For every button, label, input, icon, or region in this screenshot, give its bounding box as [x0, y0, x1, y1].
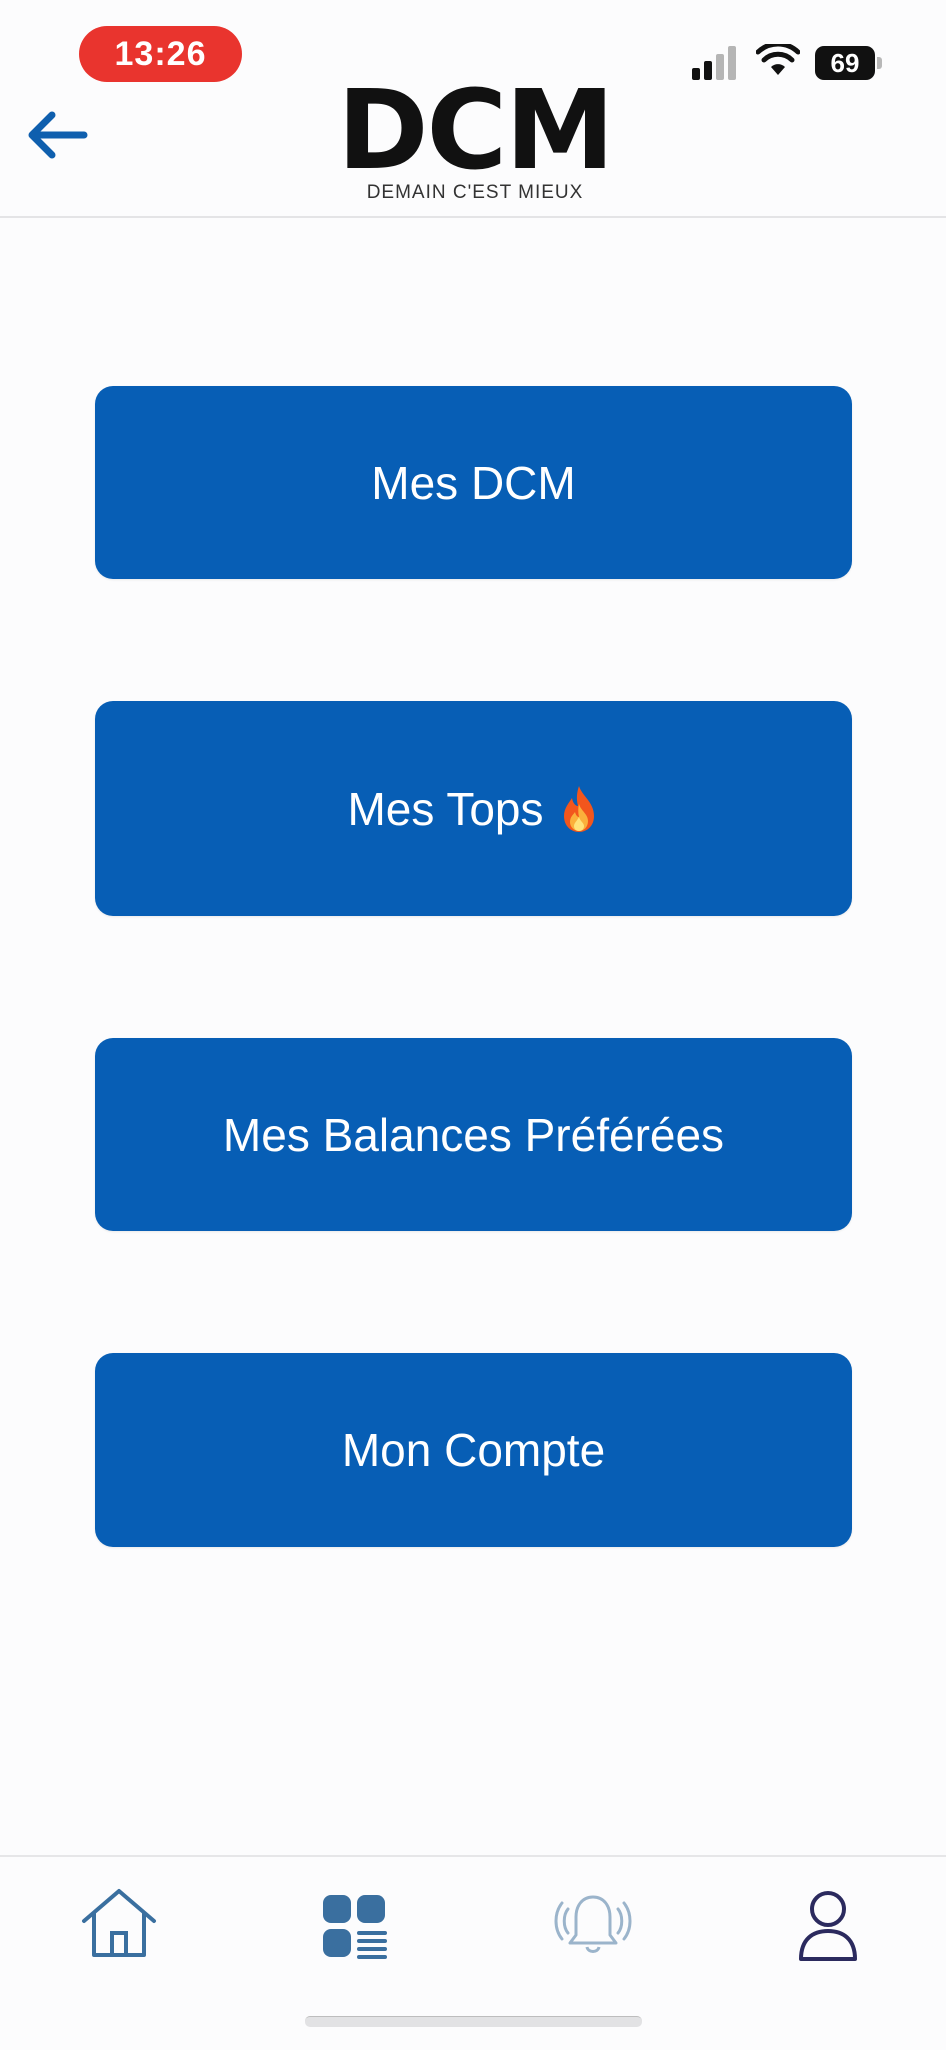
- mes-dcm-label: Mes DCM: [371, 456, 576, 509]
- fire-icon: [563, 785, 594, 832]
- back-button[interactable]: [22, 100, 102, 170]
- tab-bar: [0, 1855, 946, 2050]
- tab-notifications[interactable]: [548, 1879, 638, 1969]
- logo-subtitle: DEMAIN C'EST MIEUX: [366, 182, 584, 203]
- mes-tops-label: Mes Tops: [347, 782, 544, 835]
- logo-title: DCM: [337, 66, 615, 194]
- mes-balances-preferees-button[interactable]: Mes Balances Préférées: [95, 1038, 852, 1231]
- mon-compte-label: Mon Compte: [341, 1424, 606, 1476]
- tab-grid[interactable]: [310, 1879, 400, 1969]
- mes-balances-preferees-label: Mes Balances Préférées: [222, 1108, 725, 1161]
- battery-icon: 69: [815, 46, 883, 80]
- cellular-signal-icon: [692, 46, 736, 80]
- header: DCM DEMAIN C'EST MIEUX: [0, 66, 946, 218]
- home-indicator[interactable]: [305, 2016, 642, 2027]
- dcm-logo: DCM DEMAIN C'EST MIEUX: [330, 66, 620, 210]
- grid-list-icon: [323, 1895, 387, 1959]
- tab-home[interactable]: [74, 1879, 164, 1969]
- mes-tops-button[interactable]: Mes Tops: [95, 701, 852, 916]
- mes-dcm-button[interactable]: Mes DCM: [95, 386, 852, 579]
- user-icon: [799, 1891, 857, 1961]
- tab-profile[interactable]: [783, 1879, 873, 1969]
- wifi-icon: [756, 44, 800, 75]
- bell-icon: [554, 1895, 632, 1953]
- battery-level: 69: [815, 46, 875, 80]
- mon-compte-button[interactable]: Mon Compte: [95, 1353, 852, 1547]
- status-time: 13:26: [79, 26, 242, 82]
- home-icon: [82, 1889, 156, 1957]
- arrow-left-icon: [28, 111, 88, 159]
